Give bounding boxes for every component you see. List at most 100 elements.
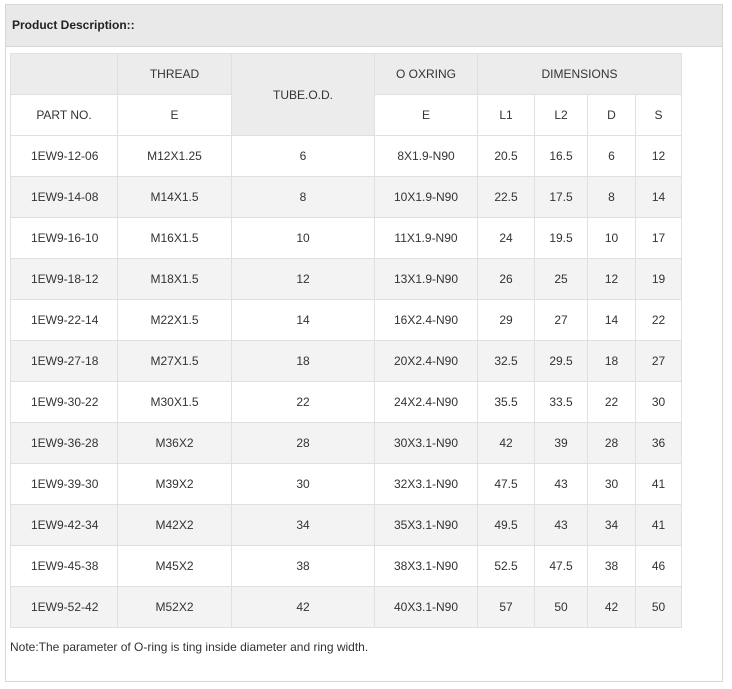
- l1-header: L1: [477, 94, 535, 136]
- tube-od-cell: 38: [231, 545, 375, 587]
- tube-od-cell: 8: [231, 176, 375, 218]
- thread-cell: M52X2: [117, 586, 232, 628]
- l2-cell: 19.5: [534, 217, 588, 259]
- d-header: D: [587, 94, 636, 136]
- d-cell: 42: [587, 586, 636, 628]
- d-cell: 14: [587, 299, 636, 341]
- part-no-cell: 1EW9-52-42: [10, 586, 118, 628]
- note-text: Note:The parameter of O-ring is ting ins…: [10, 640, 369, 654]
- d-cell: 6: [587, 135, 636, 177]
- l2-cell: 50: [534, 586, 588, 628]
- s-cell: 14: [634, 176, 683, 218]
- part-no-cell: 1EW9-12-06: [10, 135, 118, 177]
- table-row: 1EW9-45-38 M45X2 38 38X3.1-N90 52.5 47.5 38 46: [10, 545, 683, 587]
- tube-od-cell: 42: [231, 586, 375, 628]
- l2-cell: 25: [534, 258, 588, 300]
- l2-cell: 16.5: [534, 135, 588, 177]
- part-no-cell: 1EW9-16-10: [10, 217, 118, 259]
- l1-cell: 47.5: [477, 463, 535, 505]
- part-no-cell: 1EW9-39-30: [10, 463, 118, 505]
- oring-cell: 40X3.1-N90: [374, 586, 478, 628]
- l2-cell: 47.5: [534, 545, 588, 587]
- oring-cell: 16X2.4-N90: [374, 299, 478, 341]
- s-cell: 27: [634, 340, 683, 382]
- s-cell: 12: [634, 135, 683, 177]
- l2-cell: 43: [534, 463, 588, 505]
- s-cell: 19: [634, 258, 683, 300]
- s-cell: 50: [634, 586, 683, 628]
- part-no-cell: 1EW9-30-22: [10, 381, 118, 423]
- oring-cell: 8X1.9-N90: [374, 135, 478, 177]
- thread-cell: M12X1.25: [117, 135, 232, 177]
- part-no-cell: 1EW9-14-08: [10, 176, 118, 218]
- l1-cell: 57: [477, 586, 535, 628]
- s-cell: 17: [634, 217, 683, 259]
- d-cell: 28: [587, 422, 636, 464]
- thread-cell: M45X2: [117, 545, 232, 587]
- oring-cell: 32X3.1-N90: [374, 463, 478, 505]
- l2-cell: 17.5: [534, 176, 588, 218]
- oring-cell: 10X1.9-N90: [374, 176, 478, 218]
- tube-od-cell: 30: [231, 463, 375, 505]
- l2-header: L2: [534, 94, 588, 136]
- l2-cell: 43: [534, 504, 588, 546]
- d-cell: 38: [587, 545, 636, 587]
- table-row: 1EW9-18-12 M18X1.5 12 13X1.9-N90 26 25 12 19: [10, 258, 683, 300]
- table-row: 1EW9-30-22 M30X1.5 22 24X2.4-N90 35.5 33.5 22 3…: [10, 381, 683, 423]
- s-header: S: [634, 94, 683, 136]
- s-cell: 46: [634, 545, 683, 587]
- thread-cell: M36X2: [117, 422, 232, 464]
- oring-cell: 24X2.4-N90: [374, 381, 478, 423]
- part-no-cell: 1EW9-36-28: [10, 422, 118, 464]
- thread-cell: M14X1.5: [117, 176, 232, 218]
- l1-cell: 24: [477, 217, 535, 259]
- tube-od-cell: 18: [231, 340, 375, 382]
- l1-cell: 20.5: [477, 135, 535, 177]
- thread-cell: M42X2: [117, 504, 232, 546]
- s-cell: 30: [634, 381, 683, 423]
- s-cell: 41: [634, 463, 683, 505]
- d-cell: 12: [587, 258, 636, 300]
- l1-cell: 32.5: [477, 340, 535, 382]
- l2-cell: 33.5: [534, 381, 588, 423]
- thread-cell: M39X2: [117, 463, 232, 505]
- table-row: 1EW9-12-06 M12X1.25 6 8X1.9-N90 20.5 16.5 6 12: [10, 135, 683, 177]
- l1-cell: 35.5: [477, 381, 535, 423]
- tube-od-cell: 14: [231, 299, 375, 341]
- spec-table: THREAD TUBE.O.D. O OXRING DIMENSIONS PAR…: [10, 53, 683, 628]
- tube-od-cell: 10: [231, 217, 375, 259]
- d-cell: 30: [587, 463, 636, 505]
- tube-od-cell: 28: [231, 422, 375, 464]
- panel-title: Product Description::: [6, 5, 722, 47]
- thread-e-header: E: [117, 94, 232, 136]
- table-row: 1EW9-36-28 M36X2 28 30X3.1-N90 42 39 28 36: [10, 422, 683, 464]
- part-no-cell: 1EW9-22-14: [10, 299, 118, 341]
- d-cell: 34: [587, 504, 636, 546]
- oring-cell: 35X3.1-N90: [374, 504, 478, 546]
- l2-cell: 27: [534, 299, 588, 341]
- part-no-header: PART NO.: [10, 94, 118, 136]
- thread-header: THREAD: [117, 53, 232, 95]
- thread-cell: M27X1.5: [117, 340, 232, 382]
- l1-cell: 26: [477, 258, 535, 300]
- dimensions-header: DIMENSIONS: [476, 53, 683, 95]
- table-row: 1EW9-42-34 M42X2 34 35X3.1-N90 49.5 43 34 41: [10, 504, 683, 546]
- thread-cell: M22X1.5: [117, 299, 232, 341]
- oring-e-header: E: [374, 94, 478, 136]
- d-cell: 22: [587, 381, 636, 423]
- s-cell: 22: [634, 299, 683, 341]
- oring-cell: 38X3.1-N90: [374, 545, 478, 587]
- l1-cell: 29: [477, 299, 535, 341]
- d-cell: 10: [587, 217, 636, 259]
- table-row: 1EW9-16-10 M16X1.5 10 11X1.9-N90 24 19.5 10 17: [10, 217, 683, 259]
- tube-od-cell: 12: [231, 258, 375, 300]
- l1-cell: 42: [477, 422, 535, 464]
- tube-od-header: TUBE.O.D.: [231, 53, 375, 136]
- blank-header-cell: [10, 53, 118, 95]
- l1-cell: 49.5: [477, 504, 535, 546]
- oring-cell: 13X1.9-N90: [374, 258, 478, 300]
- table-row: 1EW9-39-30 M39X2 30 32X3.1-N90 47.5 43 30 41: [10, 463, 683, 505]
- l1-cell: 52.5: [477, 545, 535, 587]
- s-cell: 41: [634, 504, 683, 546]
- table-row: 1EW9-22-14 M22X1.5 14 16X2.4-N90 29 27 14 22: [10, 299, 683, 341]
